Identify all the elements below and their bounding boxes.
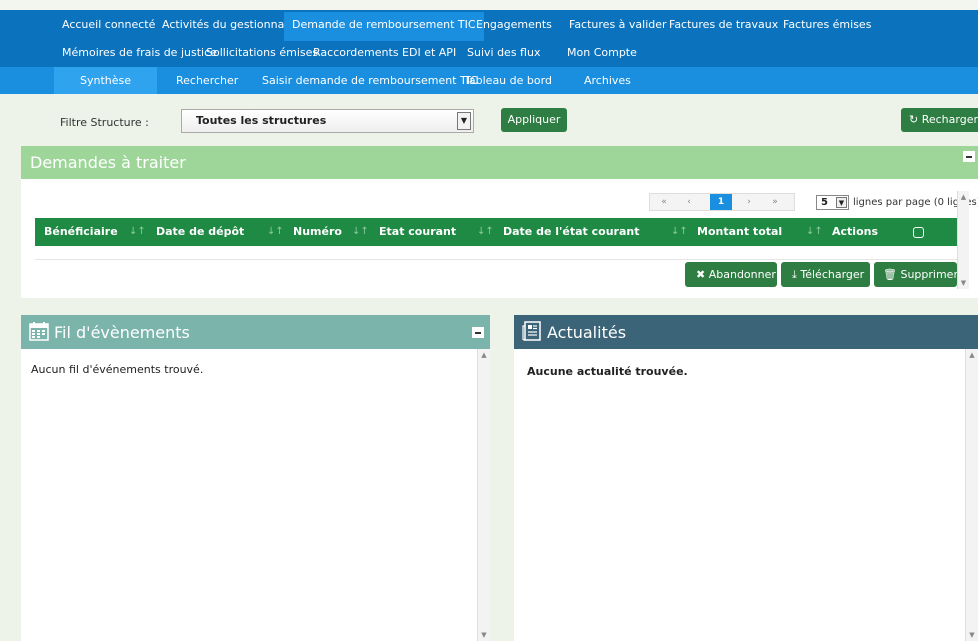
delete-button[interactable]: 🗑 Supprimer [874,262,958,287]
demandes-panel-header: Demandes à traiter [21,146,978,179]
column-date-etat-courant[interactable]: Date de l'état courant [503,218,639,246]
actualites-panel-title: Actualités [547,323,627,342]
last-page-icon[interactable]: » [764,194,786,210]
select-all-checkbox[interactable] [913,227,924,238]
sort-icon[interactable]: ↓↑ [671,218,688,246]
nav-suivi-flux[interactable]: Suivi des flux [459,40,548,66]
download-icon: ⤓ [792,268,797,281]
fil-empty-message: Aucun fil d'événements trouvé. [31,363,204,376]
collapse-icon[interactable] [963,151,975,162]
current-page[interactable]: 1 [710,194,732,210]
column-actions: Actions [832,225,878,238]
nav-raccordements-edi-api[interactable]: Raccordements EDI et API [305,40,464,66]
fil-scrollbar[interactable]: ▲ ▼ [477,349,490,641]
first-page-icon[interactable]: « [653,194,675,210]
column-montant-total[interactable]: Montant total [697,218,782,246]
demandes-panel-title: Demandes à traiter [30,153,186,172]
subnav-tableau-de-bord[interactable]: Tableau de bord [456,67,560,94]
next-page-icon[interactable]: › [738,194,760,210]
close-icon: ✖ [696,268,706,281]
column-date-depot[interactable]: Date de dépôt [156,218,244,246]
subnav-archives[interactable]: Archives [576,67,639,94]
nav-engagements[interactable]: Engagements [468,12,560,38]
nav-factures-travaux[interactable]: Factures de travaux [661,12,786,38]
actualites-scrollbar[interactable]: ▲ ▼ [965,349,978,641]
nav-accueil-connecte[interactable]: Accueil connecté [54,12,163,38]
subnav-saisir-demande[interactable]: Saisir demande de remboursement TIC [254,67,486,94]
sort-icon[interactable]: ↓↑ [352,218,369,246]
refresh-icon: ↻ [909,113,919,126]
scroll-down-icon[interactable]: ▼ [478,629,490,641]
newspaper-icon [522,321,541,341]
reload-button-label: Recharger [921,113,978,126]
lines-per-page-select[interactable]: 5 ▼ [816,195,849,210]
filter-structure-value: Toutes les structures [196,114,327,127]
apply-button[interactable]: Appliquer [501,108,567,132]
nav-secondary: Synthèse Rechercher Saisir demande de re… [0,67,978,94]
subnav-synthese[interactable]: Synthèse [54,67,158,94]
scroll-up-icon[interactable]: ▲ [958,191,969,203]
trash-icon: 🗑 [883,268,897,281]
download-button[interactable]: ⤓ Télécharger [781,262,870,287]
collapse-icon[interactable] [472,327,484,338]
pagination: « ‹ 1 › » [649,193,795,211]
abandon-button-label: Abandonner [708,268,776,281]
nav-primary: Accueil connecté Activités du gestionnai… [0,10,978,67]
nav-factures-a-valider[interactable]: Factures à valider [561,12,675,38]
abandon-button[interactable]: ✖ Abandonner [685,262,777,287]
fil-panel-header: Fil d'évènements [21,315,490,349]
sort-icon[interactable]: ↓↑ [477,218,494,246]
delete-button-label: Supprimer [900,268,958,281]
scroll-up-icon[interactable]: ▲ [478,349,490,361]
reload-button[interactable]: ↻ Recharger [901,108,978,132]
column-beneficiaire[interactable]: Bénéficiaire [44,218,118,246]
sort-icon[interactable]: ↓↑ [806,218,823,246]
chevron-down-icon: ▼ [457,112,471,130]
nav-mon-compte[interactable]: Mon Compte [559,40,645,66]
sort-icon[interactable]: ↓↑ [129,218,146,246]
subnav-rechercher[interactable]: Rechercher [168,67,246,94]
lines-per-page-value: 5 [821,197,828,208]
filter-structure-label: Filtre Structure : [60,116,149,129]
actualites-empty-message: Aucune actualité trouvée. [527,365,688,378]
scroll-up-icon[interactable]: ▲ [966,349,978,361]
main-navigation: Accueil connecté Activités du gestionnai… [0,0,978,94]
calendar-icon [29,322,49,341]
top-stripe [0,0,978,10]
actualites-panel: Actualités Aucune actualité trouvée. ▲ ▼ [514,315,978,641]
fil-evenements-panel: Fil d'évènements Aucun fil d'événements … [21,315,490,641]
chevron-down-icon: ▼ [836,197,847,208]
filter-structure-select[interactable]: Toutes les structures ▼ [181,109,474,133]
scroll-down-icon[interactable]: ▼ [958,277,969,289]
fil-panel-title: Fil d'évènements [54,323,190,342]
download-button-label: Télécharger [800,268,865,281]
column-numero[interactable]: Numéro [293,218,342,246]
nav-factures-emises[interactable]: Factures émises [775,12,879,38]
column-etat-courant[interactable]: Etat courant [379,218,456,246]
scroll-down-icon[interactable]: ▼ [966,629,978,641]
actualites-panel-header: Actualités [514,315,978,349]
demandes-scrollbar[interactable]: ▲ ▼ [957,191,969,289]
nav-demande-remboursement-tic[interactable]: Demande de remboursement TIC [284,12,484,41]
table-header: Bénéficiaire ↓↑ Date de dépôt ↓↑ Numéro … [35,218,957,246]
table-body [35,246,957,260]
prev-page-icon[interactable]: ‹ [678,194,700,210]
sort-icon[interactable]: ↓↑ [267,218,284,246]
